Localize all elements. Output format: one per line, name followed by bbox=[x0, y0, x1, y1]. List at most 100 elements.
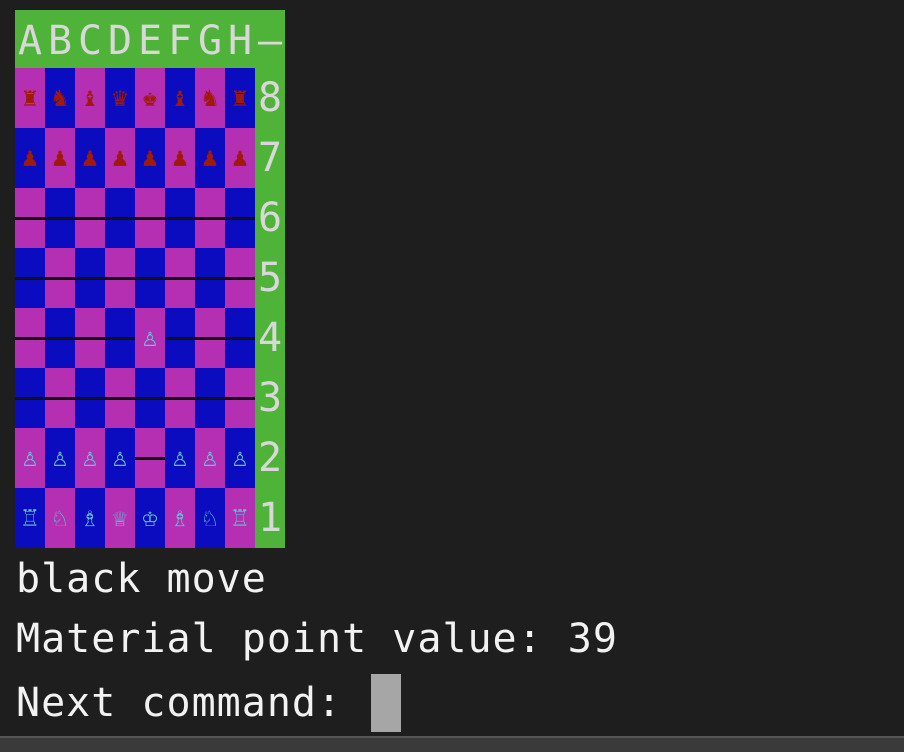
board-square: ♙ bbox=[45, 428, 75, 488]
black-piece-icon: ♟ bbox=[142, 143, 158, 173]
white-piece-icon: ♙ bbox=[172, 443, 188, 473]
board-square bbox=[15, 248, 45, 308]
empty-square-mark bbox=[75, 216, 105, 220]
empty-square-mark bbox=[45, 276, 75, 280]
empty-square-mark bbox=[15, 216, 45, 220]
empty-square-mark bbox=[195, 396, 225, 400]
chess-board: A B C D E F G H — ♜ ♞ ♝ ♛ ♚ ♝ ♞ ♜ ♟ ♟ ♟ ♟ ♟ ♟ ♟ ♟ ♙ ♙ ♙ ♙ ♙ ♙ ♙ ♙ ♖ ♘ ♗ ♕ ♔ ♗… bbox=[15, 10, 285, 548]
board-square: ♔ bbox=[135, 488, 165, 548]
board-square: ♟ bbox=[195, 128, 225, 188]
empty-square-mark bbox=[75, 336, 105, 340]
board-square: ♟ bbox=[165, 128, 195, 188]
white-piece-icon: ♙ bbox=[202, 443, 218, 473]
rank-labels-column: 8 7 6 5 4 3 2 1 bbox=[255, 68, 285, 548]
white-piece-icon: ♙ bbox=[52, 443, 68, 473]
file-label: F bbox=[167, 18, 193, 64]
white-piece-icon: ♕ bbox=[112, 503, 128, 533]
rank-label: 7 bbox=[257, 135, 283, 181]
file-label: G bbox=[197, 18, 223, 64]
file-labels-row: A B C D E F G H — bbox=[15, 10, 285, 68]
board-square: ♙ bbox=[75, 428, 105, 488]
white-piece-icon: ♗ bbox=[82, 503, 98, 533]
file-label: C bbox=[77, 18, 103, 64]
file-label: — bbox=[257, 18, 283, 64]
board-square: ♙ bbox=[105, 428, 135, 488]
black-piece-icon: ♜ bbox=[22, 83, 38, 113]
white-piece-icon: ♙ bbox=[232, 443, 248, 473]
white-piece-icon: ♖ bbox=[22, 503, 38, 533]
black-piece-icon: ♟ bbox=[22, 143, 38, 173]
black-piece-icon: ♟ bbox=[112, 143, 128, 173]
board-square bbox=[195, 188, 225, 248]
black-piece-icon: ♟ bbox=[82, 143, 98, 173]
command-prompt-line[interactable]: Next command: bbox=[16, 674, 402, 732]
board-square: ♟ bbox=[45, 128, 75, 188]
board-square: ♙ bbox=[225, 428, 255, 488]
empty-square-mark bbox=[15, 276, 45, 280]
empty-square-mark bbox=[225, 396, 255, 400]
board-square bbox=[45, 308, 75, 368]
white-piece-icon: ♙ bbox=[142, 323, 158, 353]
board-square: ♞ bbox=[45, 68, 75, 128]
empty-square-mark bbox=[45, 216, 75, 220]
empty-square-mark bbox=[195, 336, 225, 340]
board-square bbox=[105, 248, 135, 308]
file-label: D bbox=[107, 18, 133, 64]
board-square bbox=[45, 188, 75, 248]
rank-label: 1 bbox=[257, 495, 283, 541]
command-prompt-label: Next command: bbox=[16, 680, 368, 726]
black-piece-icon: ♜ bbox=[232, 83, 248, 113]
empty-square-mark bbox=[225, 276, 255, 280]
empty-square-mark bbox=[45, 336, 75, 340]
empty-square-mark bbox=[165, 216, 195, 220]
board-square bbox=[75, 248, 105, 308]
file-label: B bbox=[47, 18, 73, 64]
terminal-window[interactable]: A B C D E F G H — ♜ ♞ ♝ ♛ ♚ ♝ ♞ ♜ ♟ ♟ ♟ ♟ ♟ ♟ ♟ ♟ ♙ ♙ ♙ ♙ ♙ ♙ ♙ ♙ ♖ ♘ ♗ ♕ ♔ ♗… bbox=[0, 0, 904, 736]
empty-square-mark bbox=[165, 336, 195, 340]
board-square bbox=[45, 368, 75, 428]
board-square bbox=[195, 248, 225, 308]
black-piece-icon: ♛ bbox=[112, 83, 128, 113]
board-square bbox=[225, 248, 255, 308]
board-square bbox=[15, 368, 45, 428]
board-square: ♝ bbox=[75, 68, 105, 128]
empty-square-mark bbox=[15, 336, 45, 340]
board-square bbox=[225, 188, 255, 248]
board-square: ♚ bbox=[135, 68, 165, 128]
empty-square-mark bbox=[195, 216, 225, 220]
board-square bbox=[45, 248, 75, 308]
board-square bbox=[165, 248, 195, 308]
board-square bbox=[75, 368, 105, 428]
board-square bbox=[105, 308, 135, 368]
board-square: ♝ bbox=[165, 68, 195, 128]
empty-square-mark bbox=[105, 336, 135, 340]
board-square bbox=[135, 188, 165, 248]
board-square: ♘ bbox=[195, 488, 225, 548]
empty-square-mark bbox=[165, 276, 195, 280]
black-piece-icon: ♞ bbox=[52, 83, 68, 113]
black-piece-icon: ♟ bbox=[52, 143, 68, 173]
text-cursor[interactable] bbox=[371, 674, 402, 732]
white-piece-icon: ♙ bbox=[22, 443, 38, 473]
empty-square-mark bbox=[165, 396, 195, 400]
white-piece-icon: ♙ bbox=[82, 443, 98, 473]
empty-square-mark bbox=[225, 216, 255, 220]
file-label: E bbox=[137, 18, 163, 64]
rank-label: 5 bbox=[257, 255, 283, 301]
white-piece-icon: ♘ bbox=[202, 503, 218, 533]
black-piece-icon: ♟ bbox=[232, 143, 248, 173]
board-square: ♙ bbox=[165, 428, 195, 488]
board-square: ♛ bbox=[105, 68, 135, 128]
black-piece-icon: ♚ bbox=[142, 83, 158, 113]
board-square bbox=[135, 428, 165, 488]
board-square: ♟ bbox=[105, 128, 135, 188]
black-piece-icon: ♟ bbox=[172, 143, 188, 173]
black-piece-icon: ♝ bbox=[82, 83, 98, 113]
board-square: ♖ bbox=[225, 488, 255, 548]
board-square bbox=[105, 188, 135, 248]
file-label: H bbox=[227, 18, 253, 64]
board-grid: ♜ ♞ ♝ ♛ ♚ ♝ ♞ ♜ ♟ ♟ ♟ ♟ ♟ ♟ ♟ ♟ ♙ ♙ ♙ ♙ ♙ ♙ ♙ ♙ ♖ ♘ ♗ ♕ ♔ ♗ ♘ ♖ bbox=[15, 68, 255, 548]
board-square: ♟ bbox=[75, 128, 105, 188]
board-square: ♙ bbox=[135, 308, 165, 368]
rank-label: 4 bbox=[257, 315, 283, 361]
